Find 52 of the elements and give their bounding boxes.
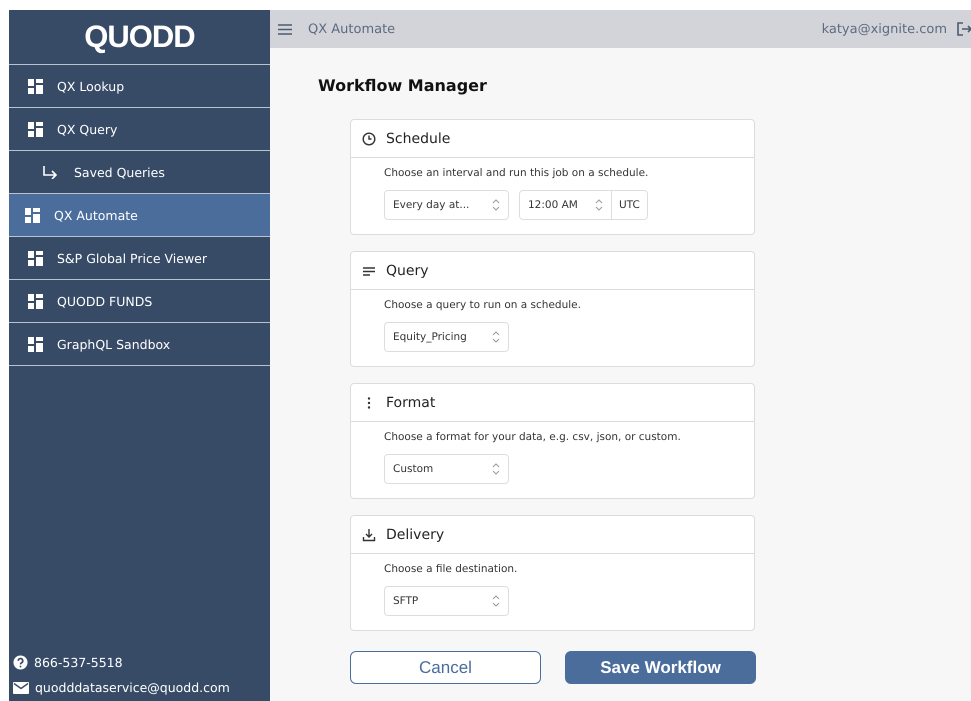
dashboard-icon [28, 122, 43, 136]
select-field[interactable]: SFTP [384, 586, 509, 616]
sidebar-item-label: QX Lookup [57, 78, 124, 94]
menu-icon[interactable] [278, 24, 292, 34]
help-icon [13, 655, 28, 670]
section-description: Choose a query to run on a schedule. [384, 299, 582, 311]
time-field[interactable]: 12:00 AM UTC [519, 190, 648, 220]
email-address: quodddataservice@quodd.com [35, 680, 230, 695]
clock-icon [362, 132, 376, 146]
sidebar-item[interactable]: QX Query [9, 108, 270, 151]
save-button[interactable]: Save Workflow [565, 651, 756, 684]
sidebar-item-label: QX Query [57, 122, 118, 136]
section-description: Choose a file destination. [384, 563, 518, 575]
chevron-updown-icon [492, 331, 500, 343]
section-title: Query [386, 262, 429, 278]
timezone-label: UTC [618, 199, 641, 211]
sidebar-item-label: QUODD FUNDS [57, 294, 152, 308]
dashboard-icon [28, 78, 43, 94]
user-email: katya@xignite.com [822, 22, 947, 36]
sidebar-item-label: Saved Queries [74, 164, 165, 180]
sidebar-item[interactable]: S&P Global Price Viewer [9, 237, 270, 280]
select-field[interactable]: Every day at... [384, 190, 509, 220]
sub-arrow-icon [42, 166, 58, 178]
dashboard-icon [28, 336, 43, 352]
section-title: Delivery [386, 526, 444, 542]
dashboard-icon [25, 208, 40, 222]
sidebar-item-label: QX Automate [54, 208, 138, 222]
sidebar-item[interactable]: GraphQL Sandbox [9, 323, 270, 366]
select-field[interactable]: Custom [384, 454, 509, 484]
logout-icon[interactable] [957, 22, 971, 36]
dashboard-icon [28, 250, 43, 266]
phone-number: 866-537-5518 [34, 655, 123, 670]
header-title: QX Automate [308, 22, 396, 36]
section-description: Choose an interval and run this job on a schedule. [384, 167, 650, 179]
download-icon [362, 528, 376, 542]
section-title: Schedule [386, 130, 450, 146]
dashboard-icon [28, 294, 43, 308]
sidebar-item-label: S&P Global Price Viewer [57, 250, 207, 266]
sidebar-item[interactable]: QX Lookup [9, 65, 270, 108]
sidebar-item[interactable]: QX Automate [9, 194, 270, 237]
section-title: Format [386, 394, 436, 410]
chevron-updown-icon [492, 595, 500, 607]
section-description: Choose a format for your data, e.g. csv, json, or custom. [384, 431, 682, 443]
chevron-updown-icon [595, 199, 603, 211]
sidebar-item[interactable]: QUODD FUNDS [9, 280, 270, 323]
sidebar-item-label: GraphQL Sandbox [57, 336, 170, 352]
chevron-updown-icon [492, 199, 500, 211]
mail-icon [13, 682, 29, 694]
cancel-button[interactable]: Cancel [350, 651, 541, 684]
select-field[interactable]: Equity_Pricing [384, 322, 509, 352]
page-title: Workflow Manager [318, 76, 488, 95]
chevron-updown-icon [492, 463, 500, 475]
